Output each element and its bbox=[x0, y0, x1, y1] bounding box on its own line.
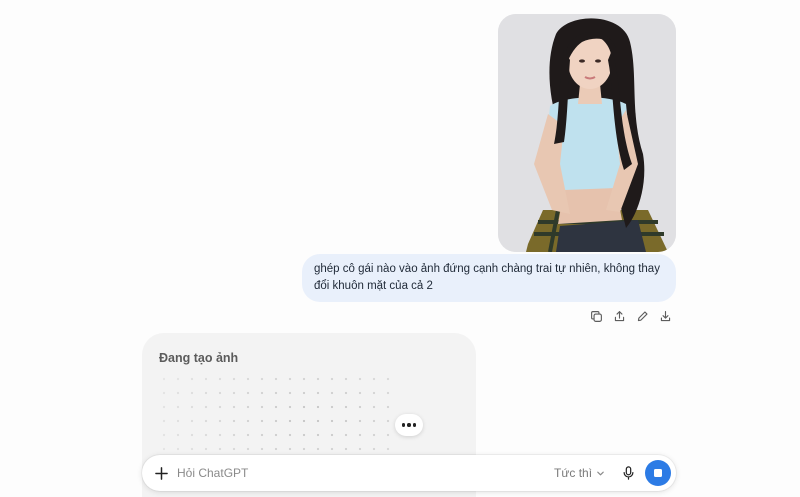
composer: Tức thì bbox=[142, 455, 676, 491]
ellipsis-icon[interactable] bbox=[395, 414, 423, 436]
stop-icon[interactable] bbox=[645, 460, 671, 486]
message-actions bbox=[588, 307, 674, 325]
user-message-bubble: ghép cô gái nào vào ảnh đứng cạnh chàng … bbox=[302, 254, 676, 302]
share-icon[interactable] bbox=[611, 308, 628, 325]
plus-icon[interactable] bbox=[151, 463, 171, 483]
user-message-text: ghép cô gái nào vào ảnh đứng cạnh chàng … bbox=[314, 263, 660, 292]
model-label: Tức thì bbox=[554, 466, 593, 480]
edit-icon[interactable] bbox=[634, 308, 651, 325]
photo-illustration bbox=[498, 14, 676, 252]
chevron-down-icon bbox=[597, 471, 604, 475]
generation-status: Đang tạo ảnh bbox=[159, 351, 239, 365]
microphone-icon[interactable] bbox=[618, 463, 638, 483]
copy-icon[interactable] bbox=[588, 308, 605, 325]
model-selector[interactable]: Tức thì bbox=[554, 465, 605, 481]
chat-page: ghép cô gái nào vào ảnh đứng cạnh chàng … bbox=[0, 0, 800, 497]
chat-input[interactable] bbox=[177, 463, 537, 483]
download-icon[interactable] bbox=[657, 308, 674, 325]
uploaded-image[interactable] bbox=[498, 14, 676, 252]
